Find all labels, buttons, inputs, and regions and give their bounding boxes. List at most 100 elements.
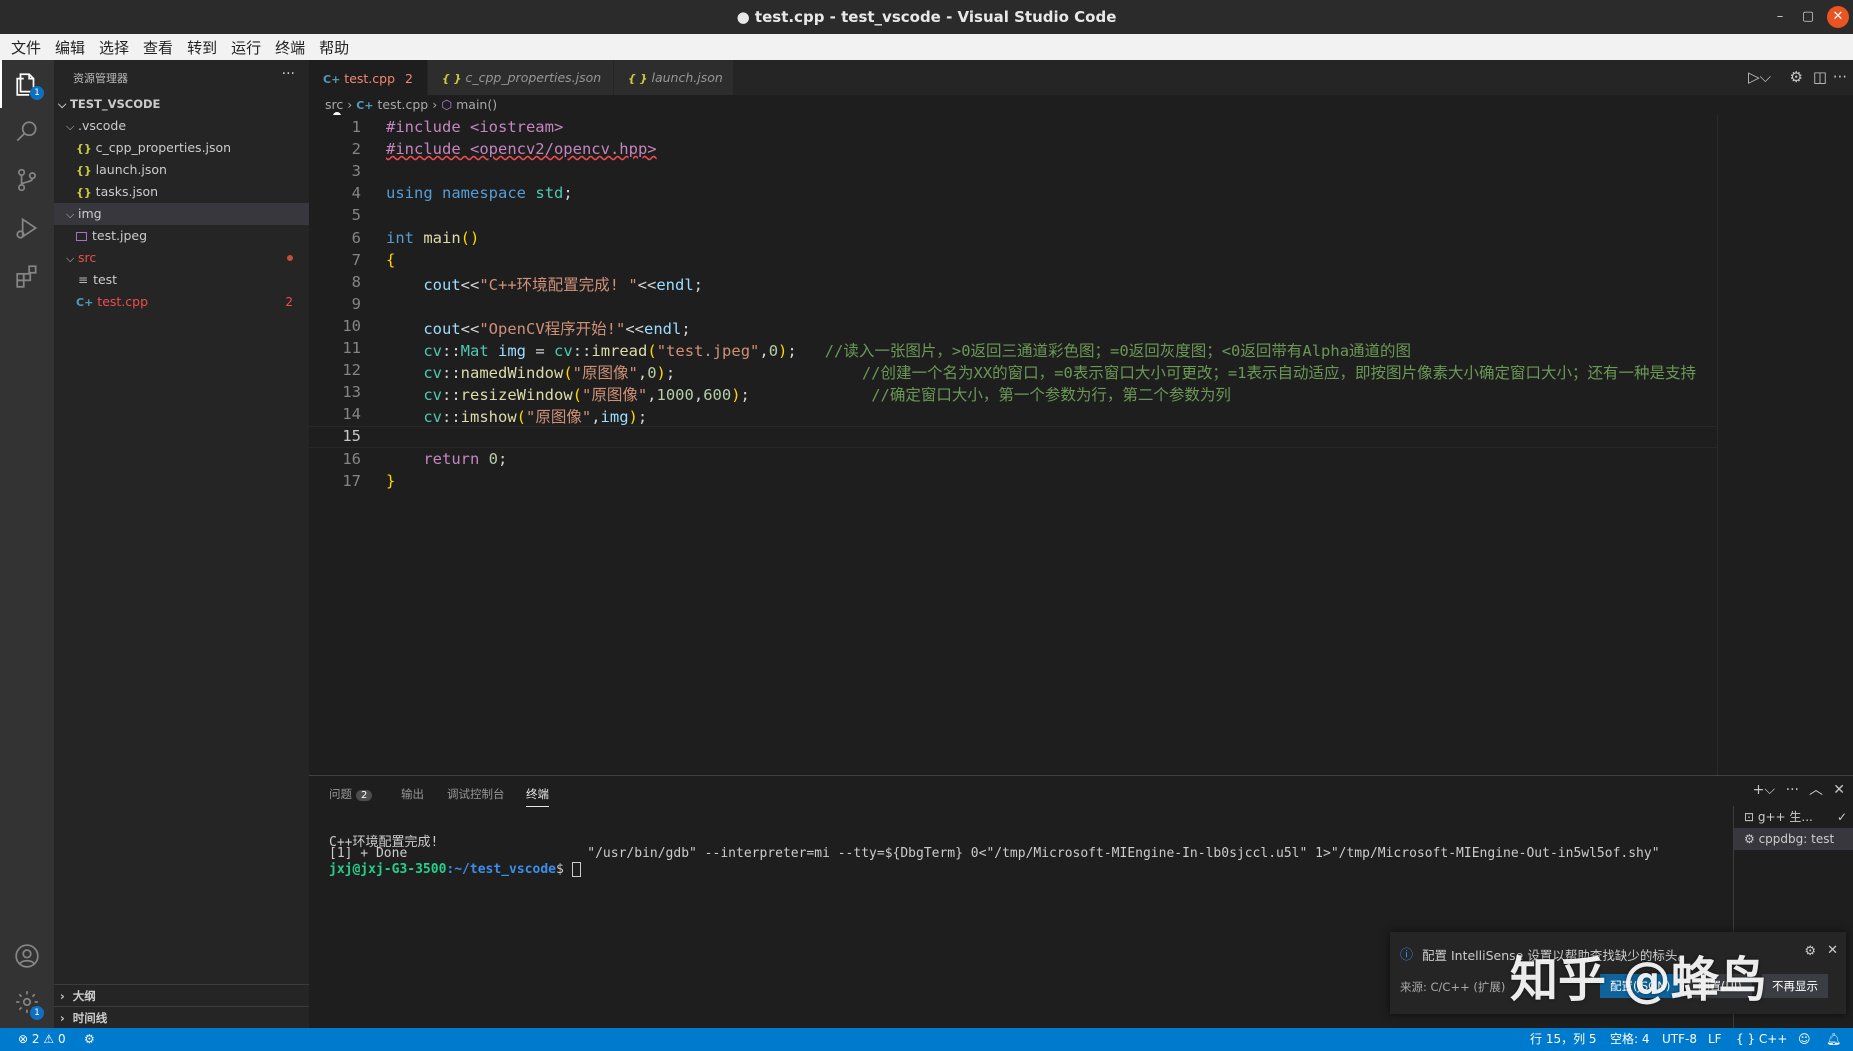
watermark: 知乎 @蜂鸟 [1510,952,1767,1008]
terminal-entry-cppdbg[interactable]: ⚙ cppdbg: test [1734,828,1853,850]
tree-folder-vscode[interactable]: ⌵ .vscode [54,115,309,137]
code-line[interactable]: cv::imshow("原图像",img); [386,405,647,427]
modified-dot-icon [287,255,293,261]
json-file-icon: { } [442,72,462,85]
source-control-icon[interactable] [0,156,54,204]
cpp-file-icon: C+ [76,296,94,309]
explorer-sidebar: 资源管理器 ··· ⌵ TEST_VSCODE ⌵ .vscode {} c_cpp_… [54,60,309,1028]
dont-show-again-button[interactable]: 不再显示 [1762,974,1828,998]
manage-gear-icon[interactable]: 1 [0,978,54,1026]
tree-folder-img[interactable]: ⌵ img [54,203,309,225]
menu-run[interactable]: 运行 [224,37,268,58]
settings-badge: 1 [30,1006,44,1020]
close-notification-icon[interactable]: ✕ [1827,943,1838,958]
json-file-icon: {} [76,142,92,155]
menu-view[interactable]: 查看 [136,37,180,58]
code-line[interactable]: return 0; [386,450,507,468]
line-number: 5 [351,206,361,225]
minimap[interactable] [1717,115,1853,775]
timeline-section[interactable]: › 时间线 [54,1006,309,1028]
outline-section[interactable]: › 大纲 [54,984,309,1006]
close-window-button[interactable]: ✕ [1827,6,1849,28]
notifications-bell-icon[interactable]: 🔔︎ [1826,1028,1841,1051]
line-number: 17 [342,471,361,490]
tree-file-test-jpeg[interactable]: test.jpeg [54,225,309,247]
code-line[interactable]: #include <opencv2/opencv.hpp> [386,140,657,158]
image-file-icon [76,232,87,241]
accounts-icon[interactable] [0,932,54,980]
settings-gear-icon[interactable]: ⚙ [1804,944,1816,959]
code-line[interactable]: { [386,251,395,269]
code-line[interactable]: cv::Mat img = cv::imread("test.jpeg",0);… [386,339,1411,361]
tree-file-tasks[interactable]: {} tasks.json [54,181,309,203]
code-line[interactable]: #include <iostream> [386,118,563,136]
end-of-line[interactable]: LF [1708,1028,1722,1051]
window-title: ● test.cpp - test_vscode - Visual Studio… [736,8,1117,26]
menu-selection[interactable]: 选择 [92,37,136,58]
code-line[interactable]: cout<<"C++环境配置完成! "<<endl; [386,273,703,295]
settings-gear-icon[interactable]: ⚙ [1790,60,1803,95]
line-number: 14 [342,405,361,424]
line-number: 8 [351,272,361,291]
more-actions-button[interactable]: ··· [282,66,295,82]
breadcrumb-folder[interactable]: src [325,97,343,112]
menu-edit[interactable]: 编辑 [48,37,92,58]
tab-debug-console[interactable]: 调试控制台 [447,786,505,802]
menu-go[interactable]: 转到 [180,37,224,58]
workspace-root[interactable]: ⌵ TEST_VSCODE [54,93,309,115]
code-editor[interactable]: 1 2 3 4 5 6 7 8 9 10 11 12 13 14 15 16 1… [309,115,1717,775]
line-number: 2 [351,140,361,159]
chevron-right-icon: › [60,1011,65,1025]
line-number: 3 [351,162,361,181]
activity-bar: 1 1 [0,60,54,1028]
remote-debug-icon[interactable]: ⚙ [84,1028,95,1051]
run-debug-icon[interactable] [0,204,54,252]
tab-test-cpp[interactable]: C+ test.cpp 2 [309,60,427,120]
code-line[interactable]: } [386,472,395,490]
code-line[interactable]: cv::resizeWindow("原图像",1000,600); //确定窗口… [386,383,1231,405]
tab-c-cpp-properties[interactable]: { } c_cpp_properties.json [428,60,613,95]
feedback-icon[interactable]: ☺ [1798,1028,1811,1051]
extensions-icon[interactable] [0,252,54,300]
indentation[interactable]: 空格: 4 [1610,1028,1650,1051]
chevron-down-icon: ⌵ [66,252,75,265]
cpp-file-icon: C+ [323,73,341,86]
encoding[interactable]: UTF-8 [1662,1028,1697,1051]
line-number: 9 [351,294,361,313]
explorer-badge: 1 [30,86,44,100]
tree-file-c-cpp-properties[interactable]: {} c_cpp_properties.json [54,137,309,159]
tree-folder-src[interactable]: ⌵ src [54,247,309,269]
tab-launch-json[interactable]: { } launch.json [614,60,733,95]
problems-status[interactable]: ⊗ 2 ⚠ 0 [18,1028,66,1051]
terminal-entry-gpp[interactable]: ⊡ g++ 生... ✓ [1734,806,1853,828]
code-line[interactable]: cv::namedWindow("原图像",0); //创建一个名为XX的窗口，… [386,361,1696,383]
tree-file-launch[interactable]: {} launch.json [54,159,309,181]
code-line[interactable]: int main() [386,229,479,247]
breadcrumb-symbol[interactable]: main() [456,97,497,112]
breadcrumb: src › C+ test.cpp › ⬡ main() [325,97,497,115]
json-file-icon: {} [76,186,92,199]
menu-terminal[interactable]: 终端 [268,37,312,58]
tab-problems[interactable]: 问题 2 [329,786,373,802]
menu-help[interactable]: 帮助 [312,37,356,58]
language-mode[interactable]: { } C++ [1736,1028,1787,1051]
explorer-icon[interactable]: 1 [0,60,54,108]
breadcrumb-file[interactable]: test.cpp [378,97,429,112]
error-icon: ⊗ [18,1032,29,1046]
menu-file[interactable]: 文件 [4,37,48,58]
more-actions-icon[interactable]: ··· [1833,60,1847,95]
maximize-button[interactable]: ▢ [1797,6,1819,28]
split-editor-icon[interactable]: ◫ [1813,60,1827,95]
code-line[interactable]: cout<<"OpenCV程序开始!"<<endl; [386,317,690,339]
cursor-position[interactable]: 行 15，列 5 [1530,1028,1597,1051]
minimize-button[interactable]: – [1769,6,1791,28]
tree-file-test[interactable]: ≡ test [54,269,309,291]
search-icon[interactable] [0,108,54,156]
code-line[interactable]: using namespace std; [386,184,573,202]
json-file-icon: { } [628,72,648,85]
tab-output[interactable]: 输出 [401,786,424,802]
tab-terminal[interactable]: 终端 [526,786,549,807]
run-debug-dropdown-icon[interactable]: ▷⌵ [1748,60,1771,95]
tree-file-test-cpp[interactable]: C+ test.cpp 2 [54,291,309,313]
terminal-prompt[interactable]: jxj@jxj-G3-3500:~/test_vscode$ [329,862,581,877]
